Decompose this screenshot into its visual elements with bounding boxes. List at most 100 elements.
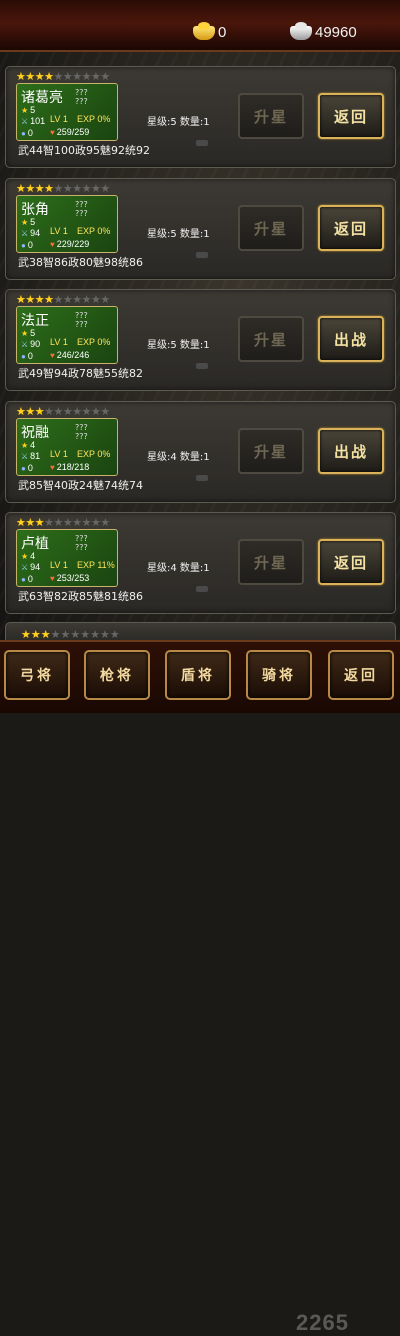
grade-quantity: 星级:5 数量:1 [147, 340, 210, 351]
upgrade-star-button[interactable]: 升星 [238, 428, 304, 474]
star-icon: ★ [62, 405, 73, 418]
hp-value: ♥ 259/259 [50, 127, 90, 137]
back-button[interactable]: 返回 [328, 650, 394, 700]
hero-card[interactable]: 卢植?????? ★ 4 LV 1 EXP 11% ⚔ 94 ♥ 253/253 ● 0 [16, 529, 118, 587]
hero-card[interactable]: 诸葛亮?????? ★ 5 LV 1 EXP 0% ⚔ 101 ♥ 259/259 ● 0 [16, 83, 118, 141]
mana-value: ● 0 [21, 351, 33, 361]
star-icon: ★ [62, 70, 73, 83]
star-icon: ★ [62, 182, 73, 195]
hero-name: 法正 [21, 313, 49, 329]
star-icon: ★ [44, 293, 54, 306]
star-icon: ★ [53, 405, 64, 418]
hero-name: 祝融 [21, 425, 49, 441]
star-icon: ★ [16, 70, 26, 83]
hidden-attr: ??? [75, 320, 88, 329]
mana-value: ● 0 [21, 574, 33, 584]
hero-card[interactable]: 祝融?????? ★ 4 LV 1 EXP 0% ⚔ 81 ♥ 218/218 ● 0 [16, 418, 118, 476]
star-icon: ★ [81, 405, 92, 418]
hero-level: LV 1 [50, 449, 68, 459]
hero-row: ★ ★ ★ ★ ★ ★ ★ ★ ★ ★ 祝融?????? ★ 4 LV 1 EXP 0% ⚔ 81 ♥ 218/21… [0, 401, 400, 506]
hp-value: ♥ 246/246 [50, 350, 90, 360]
star-icon: ★ [25, 293, 35, 306]
tab-archer[interactable]: 弓将 [4, 650, 70, 700]
heart-icon: ♥ [50, 574, 55, 583]
star-icon: ★ [62, 516, 73, 529]
upgrade-star-button[interactable]: 升星 [238, 539, 304, 585]
star-icon: ★ [44, 516, 54, 529]
heart-icon: ♥ [50, 128, 55, 137]
star-icon: ★ [72, 70, 82, 83]
star-icon: ★ [91, 405, 101, 418]
sword-icon: ⚔ [21, 117, 29, 126]
return-button[interactable]: 返回 [318, 205, 384, 251]
upgrade-star-button[interactable]: 升星 [238, 93, 304, 139]
sword-icon: ⚔ [21, 563, 29, 572]
star-icon: ★ [72, 293, 82, 306]
hidden-attr: ??? [75, 534, 88, 543]
tab-shield[interactable]: 盾将 [165, 650, 231, 700]
tab-spearman[interactable]: 枪将 [84, 650, 150, 700]
silver-counter: 49960 [290, 21, 357, 41]
silver-amount: 49960 [315, 24, 357, 41]
deploy-button[interactable]: 出战 [318, 428, 384, 474]
tab-cavalry[interactable]: 骑将 [246, 650, 312, 700]
star-icon: ★ [100, 405, 110, 418]
hp-value: ♥ 229/229 [50, 239, 90, 249]
star-icon: ★ [91, 293, 101, 306]
hero-exp: EXP 0% [77, 449, 111, 459]
star-icon: ★ [72, 516, 82, 529]
star-icon: ★ [16, 516, 26, 529]
star-icon: ★ [53, 293, 64, 306]
hero-card[interactable]: 张角?????? ★ 5 LV 1 EXP 0% ⚔ 94 ♥ 229/229 ● 0 [16, 195, 118, 253]
drop-icon: ● [21, 241, 26, 250]
star-rating: ★★★★★★★★★★ [16, 70, 110, 83]
attack-value: ⚔ 81 [21, 451, 41, 461]
star-icon: ★ [91, 516, 101, 529]
mana-value: ● 0 [21, 128, 33, 138]
star-icon: ★ [53, 182, 64, 195]
hero-attributes: 武49智94政78魅55统82 [18, 367, 143, 380]
star-icon: ★ [100, 182, 110, 195]
hero-exp: EXP 0% [77, 337, 111, 347]
drop-icon: ● [21, 352, 26, 361]
heart-icon: ♥ [50, 463, 55, 472]
heart-icon: ♥ [50, 240, 55, 249]
hero-level: LV 1 [50, 560, 68, 570]
star-rating: ★★★★★★★★★★ [16, 405, 110, 418]
sword-icon: ⚔ [21, 229, 29, 238]
top-resource-bar: 0 49960 [0, 0, 400, 52]
gold-amount: 0 [218, 24, 227, 41]
star-level: ★ 5 [21, 328, 36, 338]
hero-name: 卢植 [21, 536, 49, 552]
hidden-attr: ??? [75, 311, 88, 320]
star-level: ★ 4 [21, 551, 36, 561]
star-icon: ★ [53, 516, 64, 529]
hero-name: 张角 [21, 202, 49, 218]
star-icon: ★ [16, 293, 26, 306]
watermark: 2265 [296, 1310, 349, 1335]
hidden-attr: ??? [75, 209, 88, 218]
star-icon: ★ [53, 70, 64, 83]
hero-attributes: 武85智40政24魅74统74 [18, 479, 143, 492]
upgrade-star-button[interactable]: 升星 [238, 316, 304, 362]
hero-card[interactable]: 法正?????? ★ 5 LV 1 EXP 0% ⚔ 90 ♥ 246/246 ● 0 [16, 306, 118, 364]
star-icon: ★ [100, 516, 110, 529]
star-icon: ★ [16, 182, 26, 195]
hero-attributes: 武44智100政95魅92统92 [18, 144, 150, 157]
star-level: ★ 4 [21, 440, 36, 450]
deploy-button[interactable]: 出战 [318, 316, 384, 362]
star-icon: ★ [81, 516, 92, 529]
star-icon: ★ [100, 70, 110, 83]
sword-icon: ⚔ [21, 452, 29, 461]
upgrade-star-button[interactable]: 升星 [238, 205, 304, 251]
hero-level: LV 1 [50, 226, 68, 236]
drop-icon: ● [21, 575, 26, 584]
star-icon: ★ [21, 552, 29, 561]
return-button[interactable]: 返回 [318, 539, 384, 585]
hero-attributes: 武63智82政85魅81统86 [18, 590, 143, 603]
return-button[interactable]: 返回 [318, 93, 384, 139]
hero-level: LV 1 [50, 337, 68, 347]
star-icon: ★ [21, 106, 29, 115]
equip-slot [196, 252, 208, 258]
star-icon: ★ [34, 182, 45, 195]
